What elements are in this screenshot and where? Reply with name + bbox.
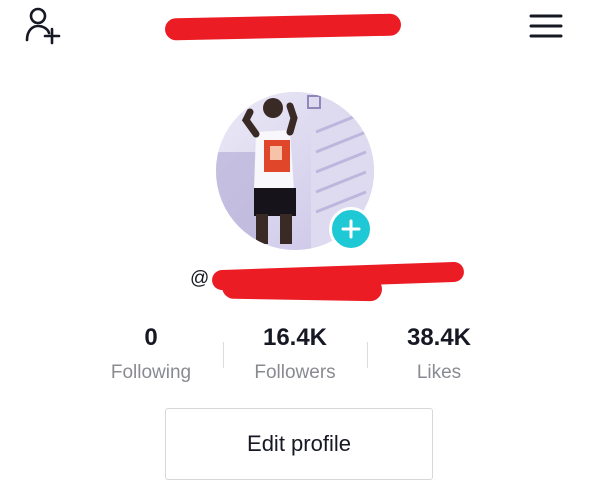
following-count: 0 xyxy=(144,324,158,351)
title-redaction xyxy=(164,13,402,41)
following-stat[interactable]: 0 Following xyxy=(76,322,226,386)
add-photo-plus-icon[interactable] xyxy=(329,207,373,251)
likes-count: 38.4K xyxy=(406,324,472,351)
add-user-icon[interactable] xyxy=(22,6,66,46)
followers-label: Followers xyxy=(254,362,336,383)
followers-stat[interactable]: 16.4K Followers xyxy=(220,322,370,386)
username-row: @ xyxy=(190,261,470,302)
following-label: Following xyxy=(110,362,192,383)
likes-stat[interactable]: 38.4K Likes xyxy=(364,322,514,386)
followers-count: 16.4K xyxy=(262,324,328,351)
username-at-prefix: @ xyxy=(190,268,210,289)
hamburger-menu-icon[interactable] xyxy=(524,6,568,46)
username-redaction-lower xyxy=(221,274,383,302)
profile-title[interactable]: g xyxy=(164,8,405,44)
edit-profile-button[interactable]: Edit profile xyxy=(165,408,433,480)
likes-label: Likes xyxy=(416,362,462,383)
profile-screen: g xyxy=(0,0,590,495)
